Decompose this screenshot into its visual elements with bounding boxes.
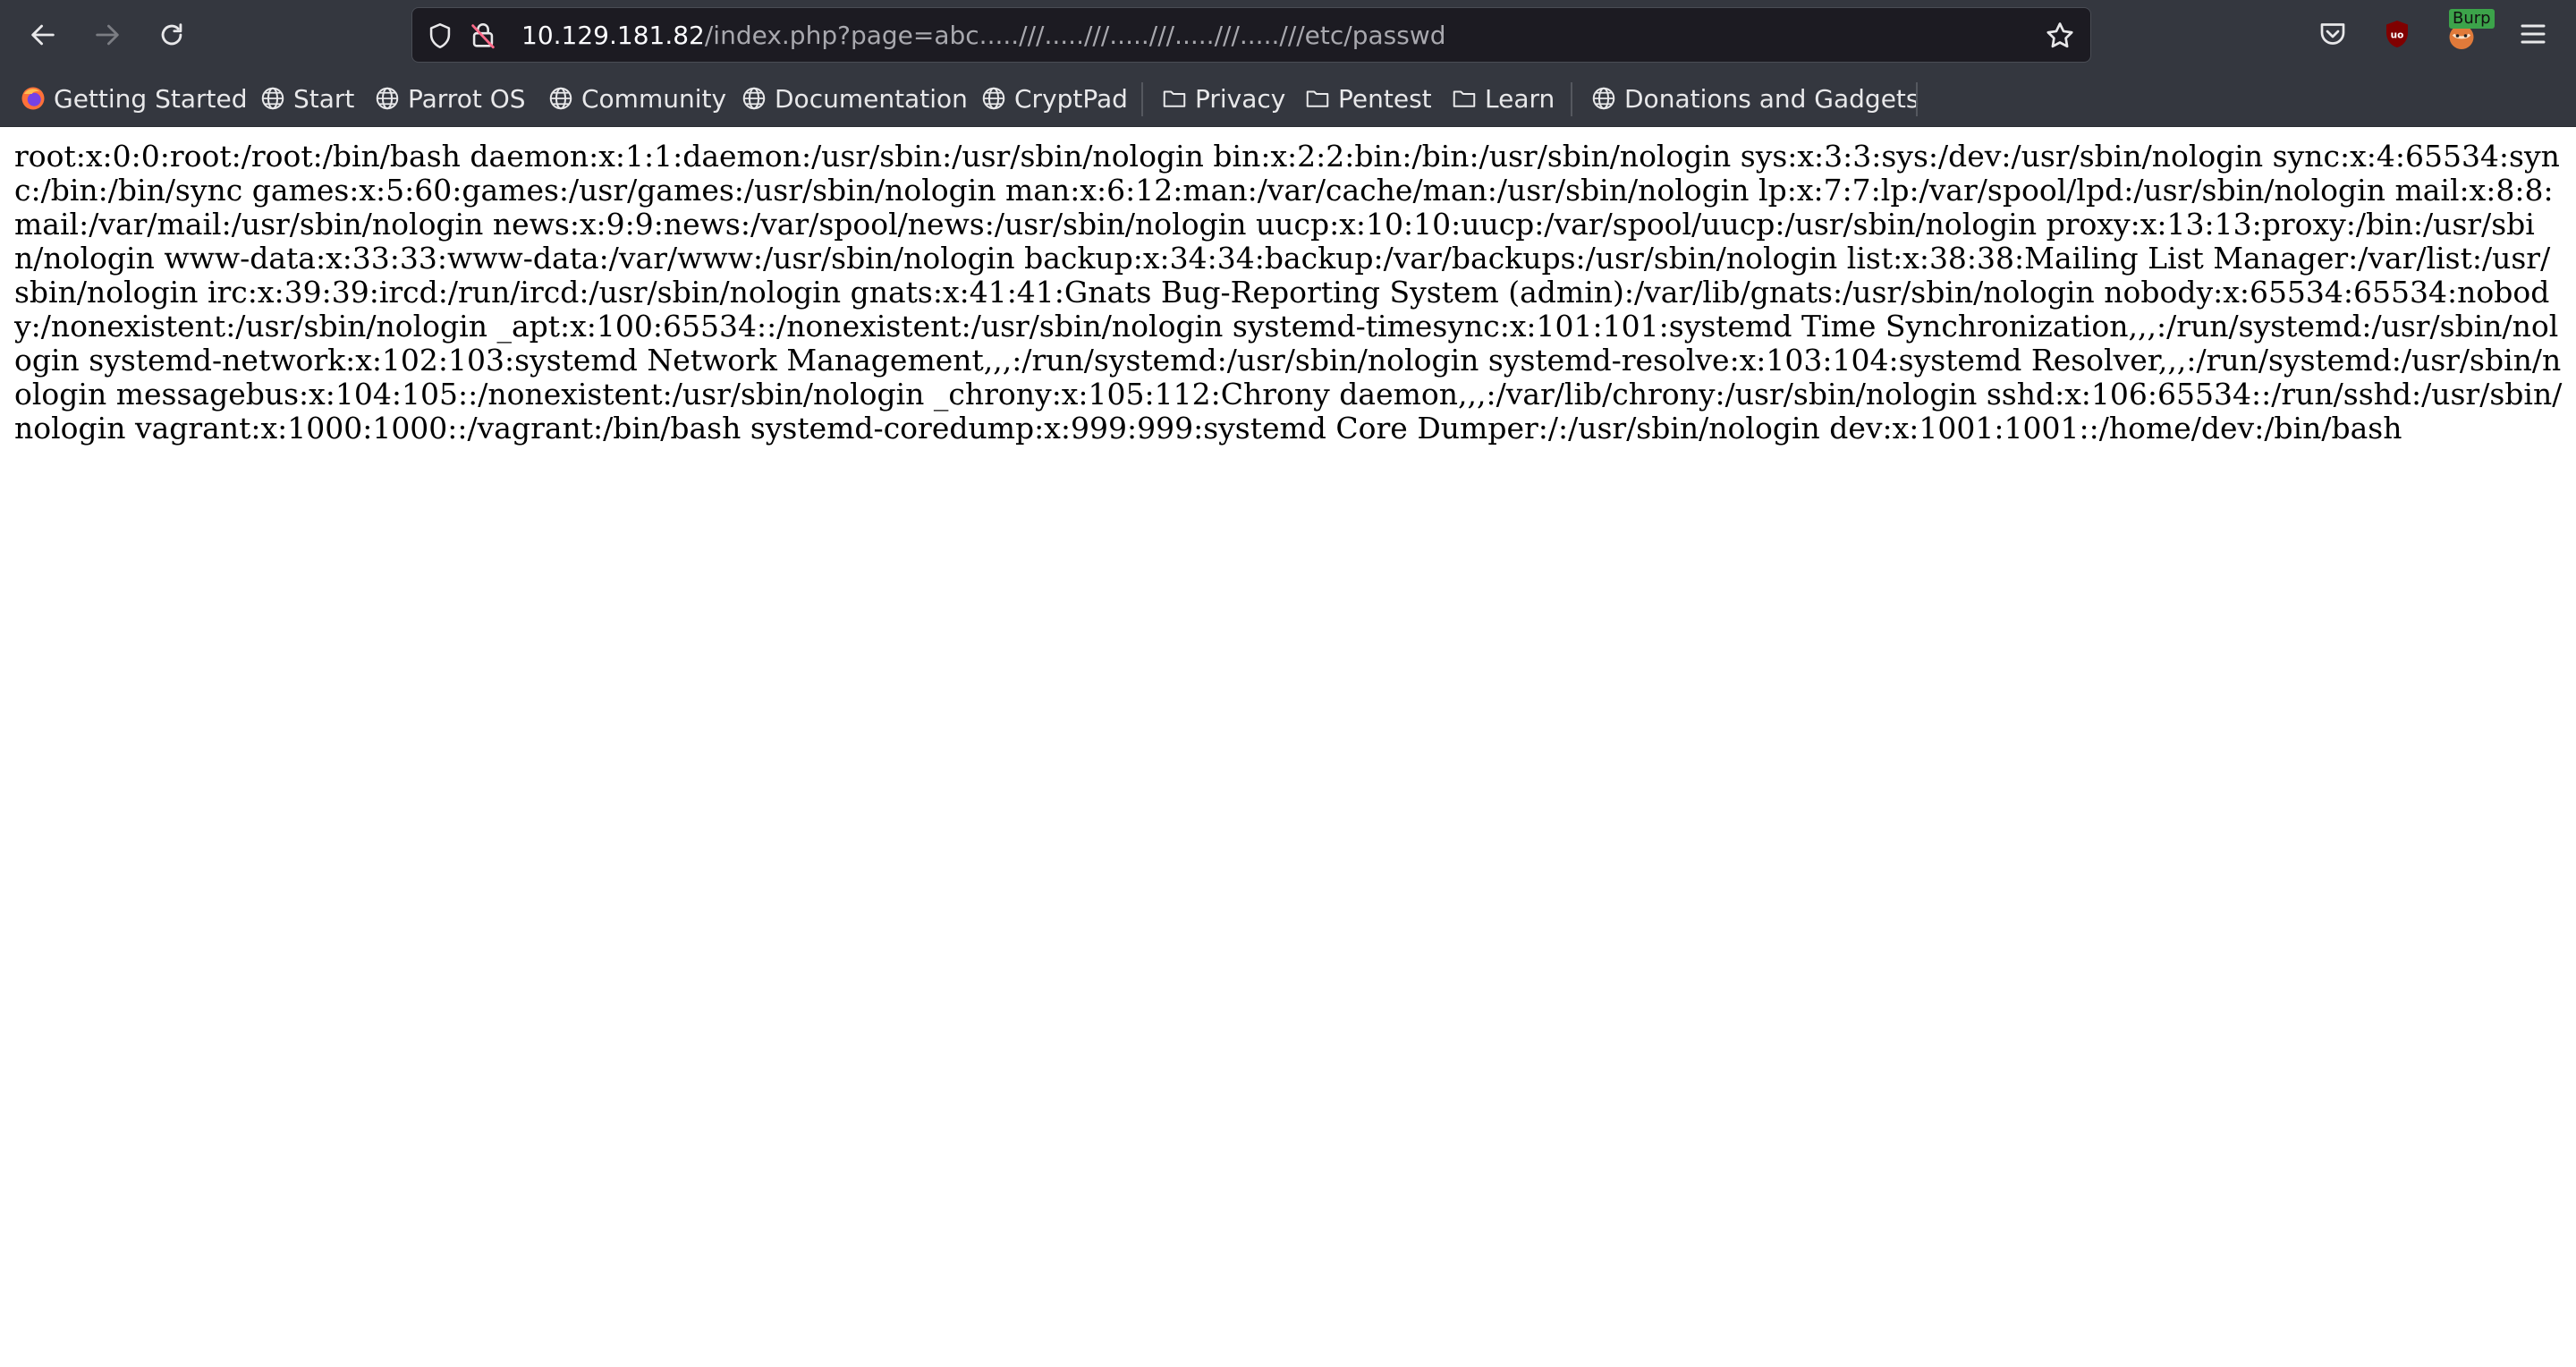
bookmark-separator <box>1141 82 1143 116</box>
globe-icon <box>742 87 766 110</box>
hamburger-menu-icon <box>2521 24 2546 44</box>
bookmark-start[interactable]: Start <box>259 70 354 127</box>
folder-icon <box>1163 90 1186 107</box>
browser-window: 10.129.181.82/index.php?page=abc.....///… <box>0 0 2576 1367</box>
bookmark-cryptpad[interactable]: CryptPad <box>980 70 1128 127</box>
arrow-left-icon <box>31 24 55 46</box>
bookmark-star-icon[interactable] <box>2044 20 2076 52</box>
back-button[interactable] <box>23 15 63 55</box>
arrow-right-icon <box>96 24 119 46</box>
bookmark-label: Start <box>293 83 355 114</box>
bookmark-label: Parrot OS <box>408 83 526 114</box>
folder-icon <box>1453 90 1476 107</box>
globe-icon <box>376 87 399 110</box>
bookmarks-toolbar: Getting Started Start Parrot OS Communit… <box>0 70 2576 127</box>
bookmark-label: Pentest <box>1338 83 1432 114</box>
page-content-passwd: root:x:0:0:root:/root:/bin/bash daemon:x… <box>14 139 2563 446</box>
bookmark-folder-pentest[interactable]: Pentest <box>1304 70 1432 127</box>
bookmark-label: Privacy <box>1195 83 1286 114</box>
bookmark-label: Documentation <box>775 83 968 114</box>
reload-button[interactable] <box>152 15 191 55</box>
svg-text:uo: uo <box>2391 30 2404 41</box>
bookmark-separator <box>1571 82 1572 116</box>
bookmark-folder-learn[interactable]: Learn <box>1451 70 1555 127</box>
url-path: /index.php?page=abc.....///.....///.....… <box>704 21 1446 50</box>
globe-icon <box>549 87 572 110</box>
url-text[interactable]: 10.129.181.82/index.php?page=abc.....///… <box>521 8 1446 64</box>
bookmark-folder-privacy[interactable]: Privacy <box>1161 70 1285 127</box>
burp-badge: Burp <box>2449 9 2495 29</box>
forward-button[interactable] <box>88 15 127 55</box>
bookmark-community[interactable]: Community <box>547 70 726 127</box>
bookmark-label: Learn <box>1485 83 1555 114</box>
pocket-icon <box>2320 23 2345 45</box>
navigation-toolbar: 10.129.181.82/index.php?page=abc.....///… <box>0 0 2576 70</box>
reload-icon <box>161 23 182 46</box>
ublock-origin-button[interactable]: uo <box>2379 16 2415 52</box>
insecure-lock-icon[interactable] <box>468 21 498 51</box>
bookmark-label: Community <box>581 83 727 114</box>
url-bar[interactable]: 10.129.181.82/index.php?page=abc.....///… <box>411 7 2091 63</box>
firefox-icon <box>21 87 45 110</box>
pocket-button[interactable] <box>2315 16 2351 52</box>
app-menu-button[interactable] <box>2515 16 2551 52</box>
bookmark-donations-and-gadgets[interactable]: Donations and Gadgets <box>1590 70 1919 127</box>
bookmark-parrot-os[interactable]: Parrot OS <box>374 70 526 127</box>
bookmark-documentation[interactable]: Documentation <box>741 70 968 127</box>
bookmark-getting-started[interactable]: Getting Started <box>20 70 247 127</box>
folder-icon <box>1306 90 1329 107</box>
bookmark-label: CryptPad <box>1014 83 1128 114</box>
tracking-protection-shield-icon[interactable] <box>425 21 455 51</box>
bookmark-separator <box>1916 82 1918 116</box>
globe-icon <box>1592 87 1615 110</box>
bookmark-label: Donations and Gadgets <box>1624 83 1919 114</box>
bookmark-label: Getting Started <box>54 83 248 114</box>
ublock-origin-icon: uo <box>2386 21 2408 47</box>
globe-icon <box>261 87 284 110</box>
url-host: 10.129.181.82 <box>521 21 705 50</box>
globe-icon <box>982 87 1005 110</box>
